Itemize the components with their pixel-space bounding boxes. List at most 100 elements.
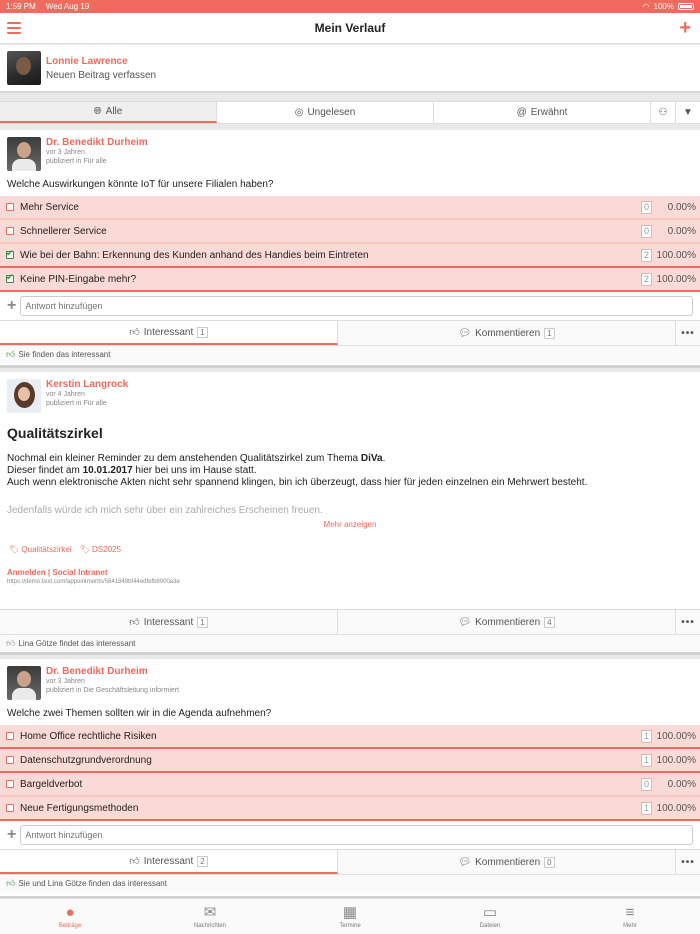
comment-icon: 💬︎	[458, 616, 472, 628]
poll-option[interactable]: Schnellerer Service 0 0.00%	[0, 220, 700, 244]
more-options-button[interactable]: •••	[676, 850, 700, 874]
tag[interactable]: 🏷︎ DS2025	[80, 545, 121, 554]
post-title: Qualitätszirkel	[7, 425, 103, 441]
checkbox[interactable]	[6, 248, 14, 259]
poll-option[interactable]: Neue Fertigungsmethoden 1 100.00%	[0, 797, 700, 821]
checkbox[interactable]	[6, 203, 14, 211]
thumbs-up-icon: 👍︎	[129, 327, 140, 338]
add-answer-icon[interactable]: +	[7, 297, 16, 315]
status-time: 1:59 PM	[6, 2, 36, 11]
author-name[interactable]: Dr. Benedikt Durheim	[46, 666, 179, 677]
battery-level: 100%	[653, 2, 674, 11]
tabbar-item-termine[interactable]: ▦ Termine	[280, 899, 420, 934]
status-date: Wed Aug 19	[45, 2, 90, 11]
post-card: Dr. Benedikt Durheim vor 3 Jahren publiz…	[0, 130, 700, 368]
navigation-bar: Mein Verlauf +	[0, 13, 700, 44]
likes-summary: 👍︎ Lina Götze findet das interessant	[0, 634, 700, 652]
likes-summary: 👍︎ Sie und Lina Götze finden das interes…	[0, 874, 700, 892]
post-time: vor 3 Jahren	[46, 149, 85, 156]
wifi-icon: ◠	[642, 2, 650, 11]
poll-option[interactable]: Home Office rechtliche Risiken 1 100.00%	[0, 725, 700, 749]
filter-tabs: 🌐︎ Alle ◎ Ungelesen @ Erwähnt ⚇ ▼	[0, 101, 700, 124]
avatar	[7, 379, 41, 413]
comment-icon: 💬︎	[458, 856, 472, 868]
thumbs-up-icon: 👍︎	[6, 349, 16, 359]
filter-icon[interactable]: ▼	[676, 102, 700, 123]
tabbar-item-beitraege[interactable]: ● Beiträge	[0, 899, 140, 934]
globe-icon: 🌐︎	[93, 106, 102, 117]
battery-icon	[678, 3, 694, 10]
checkbox[interactable]	[6, 756, 14, 764]
thumbs-up-icon: 👍︎	[6, 878, 16, 888]
comment-button[interactable]: 💬︎ Kommentieren 1	[338, 321, 676, 345]
tab-alle[interactable]: 🌐︎ Alle	[0, 102, 217, 123]
globe-icon: ●	[65, 903, 75, 921]
link-preview[interactable]: Anmelden | Social Intranet https://demo.…	[0, 554, 700, 585]
eye-slash-icon: ◎	[294, 107, 304, 118]
add-answer-input[interactable]	[20, 825, 693, 845]
tab-erwaehnt[interactable]: @ Erwähnt	[434, 102, 651, 123]
status-bar: 1:59 PM Wed Aug 19 ◠ 100%	[0, 0, 700, 13]
interesting-button[interactable]: 👍︎ Interessant 2	[0, 850, 338, 874]
post-body: Nochmal ein kleiner Reminder zu dem anst…	[7, 453, 588, 516]
interesting-button[interactable]: 👍︎ Interessant 1	[0, 610, 338, 634]
tab-ungelesen[interactable]: ◎ Ungelesen	[217, 102, 434, 123]
comment-button[interactable]: 💬︎ Kommentieren 0	[338, 850, 676, 874]
hamburger-menu-icon[interactable]	[7, 22, 21, 34]
likes-summary: 👍︎ Sie finden das interessant	[0, 345, 700, 363]
menu-icon: ≡	[625, 903, 635, 921]
user-name: Lonnie Lawrence	[46, 55, 128, 67]
post-published-in: publiziert in Für alle	[46, 400, 107, 407]
more-options-button[interactable]: •••	[676, 610, 700, 634]
add-post-icon[interactable]: +	[679, 18, 691, 38]
comment-icon: 💬︎	[458, 327, 472, 339]
binoculars-icon[interactable]: ⚇	[651, 102, 676, 123]
author-name[interactable]: Kerstin Langrock	[46, 379, 128, 390]
post-time: vor 4 Jahren	[46, 391, 85, 398]
tag[interactable]: 🏷︎ Qualitätszirkel	[9, 545, 72, 554]
bottom-tab-bar: ● Beiträge ✉ Nachrichten ▦ Termine ▭ Dat…	[0, 898, 700, 934]
author-name[interactable]: Dr. Benedikt Durheim	[46, 137, 148, 148]
page-title: Mein Verlauf	[314, 21, 386, 35]
checkbox[interactable]	[6, 804, 14, 812]
post-published-in: publiziert in Für alle	[46, 158, 107, 165]
poll-question: Welche Auswirkungen könnte IoT für unser…	[7, 179, 274, 190]
folder-icon: ▭	[482, 903, 498, 921]
tag-list: 🏷︎ Qualitätszirkel 🏷︎ DS2025	[0, 529, 700, 554]
tabbar-item-dateien[interactable]: ▭ Dateien	[420, 899, 560, 934]
compose-post[interactable]: Lonnie Lawrence Neuen Beitrag verfassen	[0, 45, 700, 93]
avatar	[7, 137, 41, 171]
thumbs-up-icon: 👍︎	[6, 638, 16, 648]
tabbar-item-nachrichten[interactable]: ✉ Nachrichten	[140, 899, 280, 934]
link-url: https://demo.tixxt.com/appointments/5841…	[7, 579, 180, 585]
checkbox[interactable]	[6, 732, 14, 740]
poll-option[interactable]: Keine PIN-Eingabe mehr? 2 100.00%	[0, 268, 700, 292]
poll-option[interactable]: Datenschutzgrundverordnung 1 100.00%	[0, 749, 700, 773]
more-options-button[interactable]: •••	[676, 321, 700, 345]
post-published-in: publiziert in Die Geschäftsleitung infor…	[46, 687, 180, 694]
comment-button[interactable]: 💬︎ Kommentieren 4	[338, 610, 676, 634]
post-card: Kerstin Langrock vor 4 Jahren publiziert…	[0, 372, 700, 655]
show-more-link[interactable]: Mehr anzeigen	[0, 520, 700, 529]
checkbox[interactable]	[6, 272, 14, 283]
link-title[interactable]: Anmelden | Social Intranet	[7, 568, 693, 577]
poll-option[interactable]: Mehr Service 0 0.00%	[0, 196, 700, 220]
thumbs-up-icon: 👍︎	[129, 617, 140, 628]
tabbar-item-mehr[interactable]: ≡ Mehr	[560, 899, 700, 934]
poll-question: Welche zwei Themen sollten wir in die Ag…	[7, 708, 272, 719]
at-icon: @	[516, 107, 527, 118]
poll-option[interactable]: Wie bei der Bahn: Erkennung des Kunden a…	[0, 244, 700, 268]
post-time: vor 3 Jahren	[46, 678, 85, 685]
envelope-icon: ✉	[203, 903, 217, 921]
poll-option[interactable]: Bargeldverbot 0 0.00%	[0, 773, 700, 797]
interesting-button[interactable]: 👍︎ Interessant 1	[0, 321, 338, 345]
checkbox[interactable]	[6, 227, 14, 235]
add-answer-input[interactable]	[20, 296, 693, 316]
checkbox[interactable]	[6, 780, 14, 788]
calendar-icon: ▦	[342, 903, 358, 921]
avatar	[7, 666, 41, 700]
post-card: Dr. Benedikt Durheim vor 3 Jahren publiz…	[0, 659, 700, 899]
avatar	[7, 51, 41, 85]
compose-placeholder[interactable]: Neuen Beitrag verfassen	[46, 70, 156, 81]
add-answer-icon[interactable]: +	[7, 826, 16, 844]
